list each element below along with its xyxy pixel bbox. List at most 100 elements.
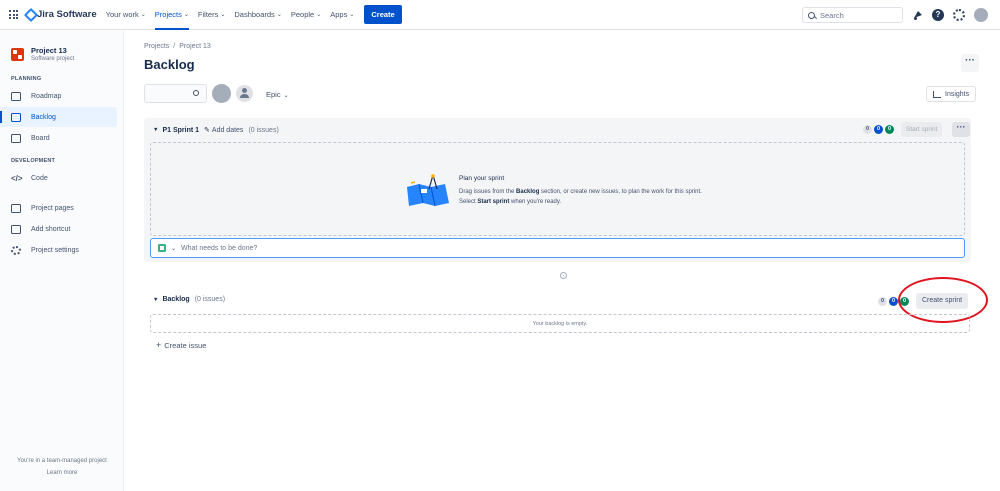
in-progress-count-badge: 0 [889, 297, 898, 306]
project-name: Project 13 [31, 46, 67, 55]
development-section-title: DEVELOPMENT [11, 158, 56, 164]
board-icon [11, 133, 21, 143]
sidebar-item-backlog[interactable]: Backlog [0, 107, 117, 127]
todo-count-badge: 0 [863, 125, 872, 134]
create-button[interactable]: Create [364, 5, 402, 24]
chevron-down-icon[interactable]: ⌄ [171, 245, 176, 252]
code-icon: </> [11, 173, 23, 183]
search-backlog-input[interactable] [144, 84, 207, 103]
breadcrumb-projects[interactable]: Projects [144, 43, 169, 50]
epic-label: Epic [266, 90, 281, 99]
insights-label: Insights [945, 90, 970, 98]
story-type-icon[interactable] [158, 244, 166, 252]
pencil-icon: ✎ [204, 127, 210, 134]
backlog-issue-count: (0 issues) [194, 296, 226, 303]
insights-button[interactable]: Insights [926, 86, 977, 102]
todo-count-badge: 0 [878, 297, 887, 306]
sidebar-item-label: Project settings [31, 246, 79, 254]
search-input[interactable]: Search [802, 7, 903, 23]
sidebar: Project 13 Software project PLANNING Roa… [0, 31, 124, 491]
collapse-chevron-icon[interactable]: ▼ [153, 127, 158, 133]
project-type: Software project [31, 56, 75, 62]
backlog-icon [11, 112, 21, 122]
plan-desc-backlog: Backlog [516, 189, 540, 195]
nav-projects[interactable]: Projects ⌄ [154, 0, 190, 30]
chevron-down-icon: ⌄ [283, 93, 289, 99]
search-icon [193, 90, 199, 96]
chevron-down-icon: ⌄ [183, 12, 189, 18]
plan-sprint-title: Plan your sprint [459, 175, 505, 182]
sidebar-item-add-shortcut[interactable]: Add shortcut [0, 219, 117, 239]
jira-logo[interactable]: Jira Software [25, 9, 97, 20]
more-actions-button[interactable]: ··· [961, 54, 979, 72]
search-placeholder: Search [820, 10, 844, 20]
learn-more-link[interactable]: Learn more [0, 470, 124, 476]
chevron-down-icon: ⌄ [276, 12, 282, 18]
nav-label: Filters [197, 10, 219, 19]
settings-icon [11, 245, 21, 255]
planning-section-title: PLANNING [11, 76, 42, 82]
sidebar-item-label: Roadmap [31, 92, 62, 100]
page-title: Backlog [144, 57, 195, 72]
nav-dashboards[interactable]: Dashboards ⌄ [234, 0, 281, 30]
add-dates-link[interactable]: Add dates [212, 127, 244, 134]
sprint-issue-count: (0 issues) [248, 126, 279, 134]
chevron-down-icon: ⌄ [140, 12, 146, 18]
collapse-chevron-icon[interactable]: ▼ [153, 297, 158, 303]
create-issue-placeholder: What needs to be done? [181, 244, 258, 252]
sidebar-item-project-settings[interactable]: Project settings [0, 240, 117, 260]
nav-label: Your work [105, 10, 139, 19]
nav-filters[interactable]: Filters ⌄ [198, 0, 225, 30]
project-header[interactable]: Project 13 Software project [0, 31, 123, 62]
drag-handle-icon[interactable] [560, 272, 567, 279]
nav-apps[interactable]: Apps ⌄ [330, 0, 354, 30]
sidebar-item-board[interactable]: Board [0, 128, 117, 148]
app-switcher-icon[interactable] [9, 10, 18, 19]
breadcrumb: Projects / Project 13 [144, 43, 211, 50]
add-shortcut-icon [11, 224, 21, 234]
plan-sprint-description: Drag issues from the Backlog section, or… [459, 187, 719, 207]
add-people-icon[interactable] [236, 85, 253, 102]
breadcrumb-separator: / [173, 43, 176, 50]
settings-gear-icon[interactable] [953, 9, 965, 21]
sidebar-footer: You're in a team-managed project Learn m… [0, 458, 124, 476]
notifications-icon[interactable] [912, 9, 924, 21]
plan-sprint-illustration [407, 174, 449, 207]
sidebar-item-roadmap[interactable]: Roadmap [0, 86, 117, 106]
in-progress-count-badge: 0 [874, 125, 883, 134]
create-issue-input[interactable]: ⌄ What needs to be done? [150, 238, 965, 258]
sidebar-item-code[interactable]: </> Code [0, 168, 117, 188]
page-icon [11, 203, 21, 213]
done-count-badge: 0 [885, 125, 894, 134]
roadmap-icon [11, 91, 21, 101]
breadcrumb-project[interactable]: Project 13 [179, 43, 211, 50]
sprint-more-button[interactable]: ··· [952, 122, 970, 137]
nav-your-work[interactable]: Your work ⌄ [106, 0, 146, 30]
create-issue-button[interactable]: + Create issue [156, 340, 206, 350]
sidebar-item-label: Board [31, 134, 50, 142]
sidebar-item-label: Add shortcut [31, 225, 71, 233]
team-managed-text: You're in a team-managed project [17, 458, 107, 464]
plan-desc-part: Drag issues from the [459, 189, 517, 195]
user-filter-avatar[interactable] [212, 84, 231, 103]
nav-label: Dashboards [234, 10, 275, 19]
user-avatar[interactable] [974, 8, 988, 22]
app-name: Jira Software [37, 9, 97, 20]
sidebar-item-project-pages[interactable]: Project pages [0, 198, 117, 218]
plan-desc-part: when you're ready. [509, 199, 562, 205]
backlog-name: Backlog [162, 296, 190, 303]
backlog-header[interactable]: ▼ Backlog (0 issues) [153, 296, 225, 303]
sprint-status-badges: 0 0 0 [863, 125, 894, 134]
nav-label: Projects [154, 10, 182, 19]
search-icon [808, 11, 815, 19]
plan-desc-start: Start sprint [477, 199, 510, 205]
nav-label: People [290, 10, 315, 19]
help-icon[interactable]: ? [932, 9, 944, 21]
sprint-name: P1 Sprint 1 [162, 126, 200, 134]
sidebar-item-label: Code [31, 174, 48, 182]
sprint-drop-zone: Plan your sprint Drag issues from the Ba… [150, 142, 965, 236]
sprint-header[interactable]: ▼ P1 Sprint 1 ✎ Add dates (0 issues) [153, 126, 279, 135]
nav-people[interactable]: People ⌄ [291, 0, 321, 30]
epic-filter-dropdown[interactable]: Epic ⌄ [266, 90, 289, 99]
start-sprint-button[interactable]: Start sprint [901, 122, 943, 137]
